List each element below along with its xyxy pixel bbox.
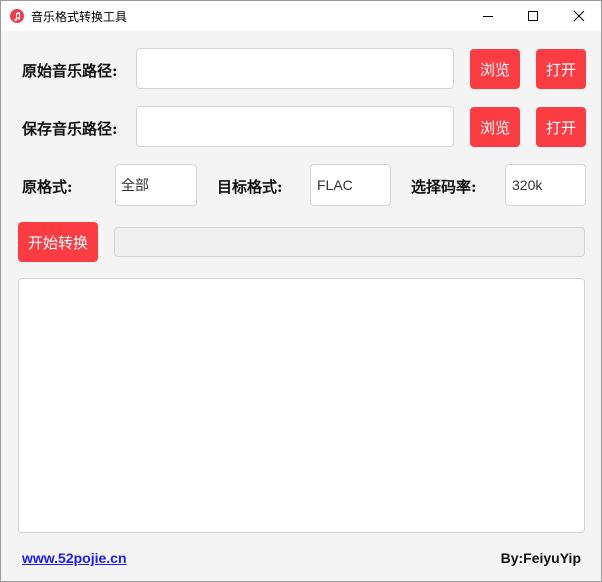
maximize-icon — [528, 11, 538, 21]
save-path-input[interactable] — [136, 106, 454, 147]
source-format-label: 原格式: — [22, 178, 73, 196]
author-label: By:FeiyuYip — [500, 550, 581, 566]
start-convert-button[interactable]: 开始转换 — [18, 222, 98, 262]
website-link[interactable]: www.52pojie.cn — [22, 550, 127, 566]
music-note-icon — [10, 9, 24, 23]
close-icon — [573, 10, 585, 22]
app-window: 音乐格式转换工具 原始音乐路径: 浏览 打开 保存音乐路径: 浏览 打开 原格式… — [0, 0, 602, 582]
source-open-button[interactable]: 打开 — [536, 49, 586, 89]
bitrate-input[interactable]: 320k — [505, 164, 586, 206]
window-title: 音乐格式转换工具 — [31, 10, 128, 24]
minimize-button[interactable] — [465, 1, 511, 31]
bitrate-label: 选择码率: — [411, 178, 477, 196]
minimize-icon — [483, 16, 493, 17]
save-path-label: 保存音乐路径: — [22, 120, 118, 138]
target-format-input[interactable]: FLAC — [310, 164, 391, 206]
save-browse-button[interactable]: 浏览 — [470, 107, 520, 147]
progress-bar — [114, 227, 585, 257]
target-format-label: 目标格式: — [217, 178, 283, 196]
save-open-button[interactable]: 打开 — [536, 107, 586, 147]
source-format-input[interactable]: 全部 — [115, 164, 197, 206]
title-bar: 音乐格式转换工具 — [1, 1, 601, 31]
close-button[interactable] — [556, 1, 601, 31]
source-browse-button[interactable]: 浏览 — [470, 49, 520, 89]
source-path-input[interactable] — [136, 48, 454, 89]
source-path-label: 原始音乐路径: — [22, 62, 118, 80]
log-output[interactable] — [18, 278, 585, 533]
maximize-button[interactable] — [510, 1, 556, 31]
